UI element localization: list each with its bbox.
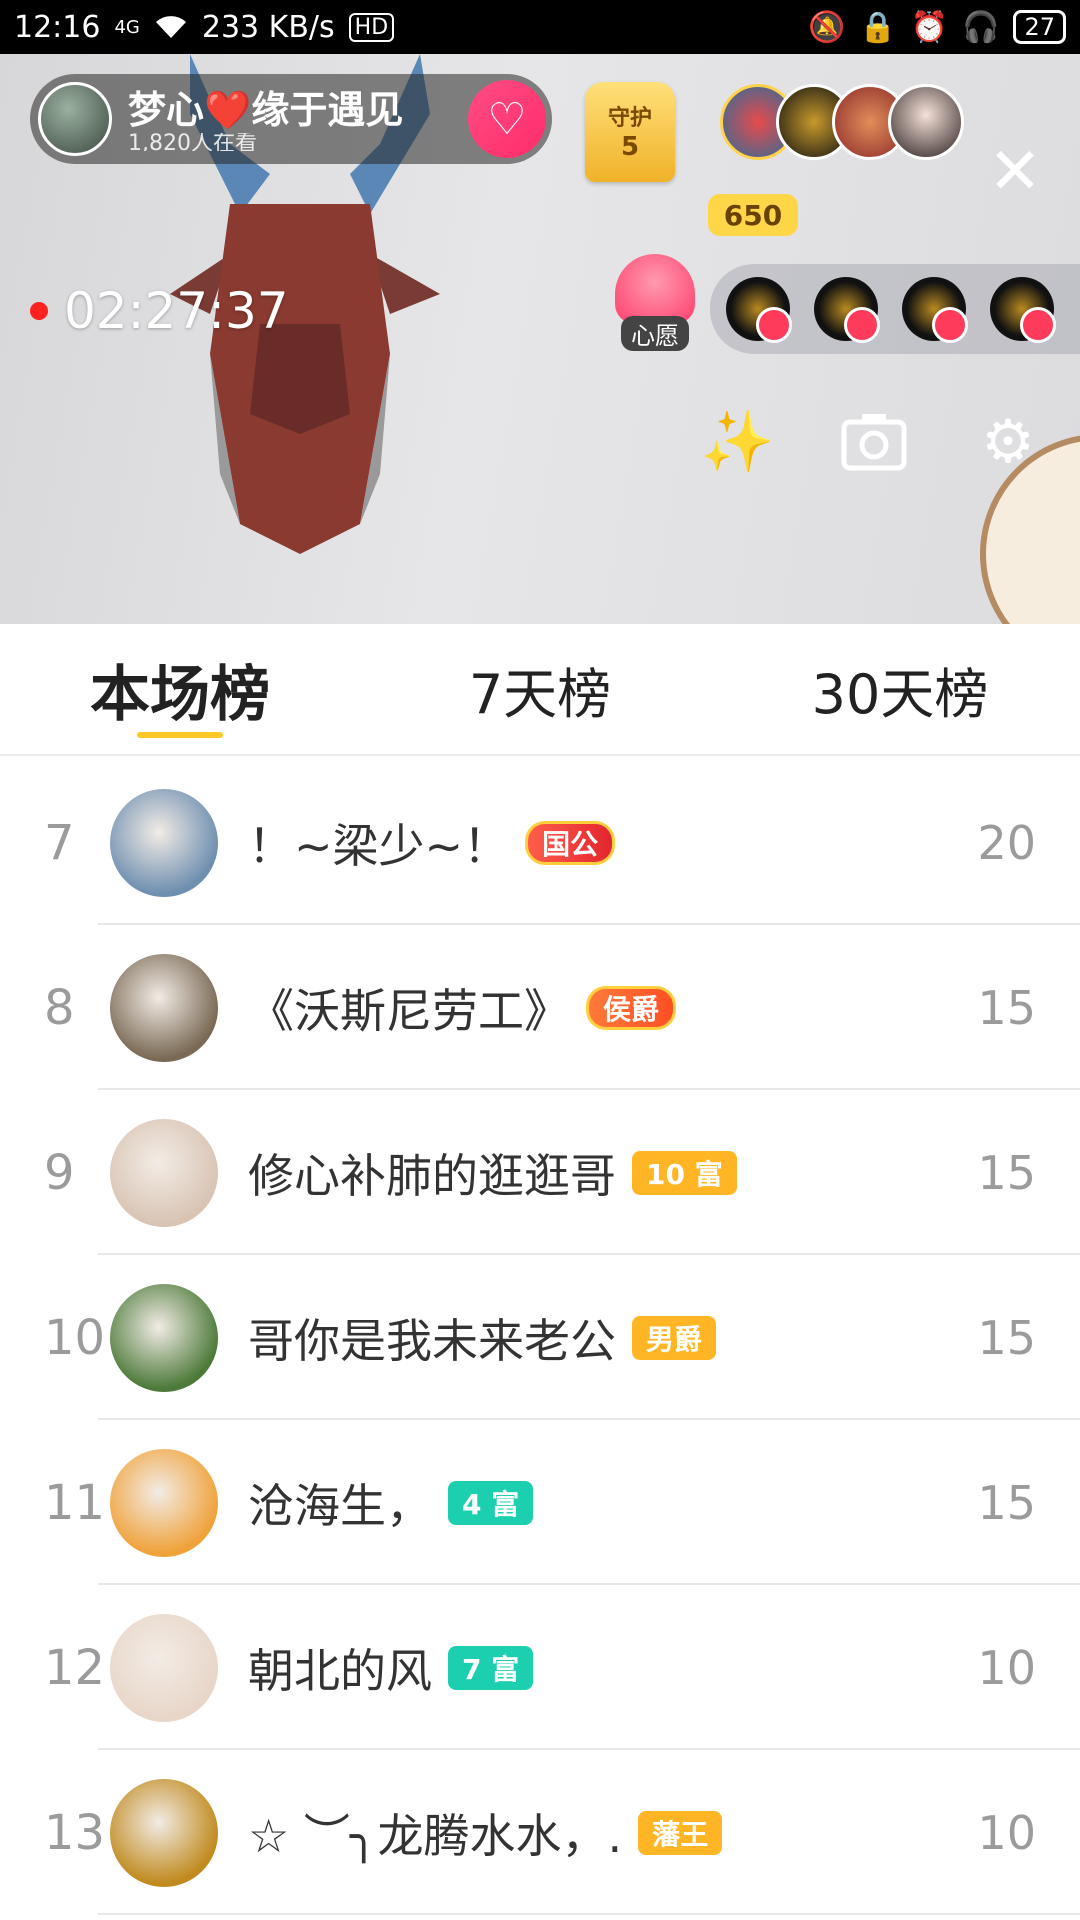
ranking-row[interactable]: 9 修心补肺的逛逛哥 10 富 15 xyxy=(0,1090,1080,1255)
user-name: ☆ ︶╮龙腾水水，. xyxy=(248,1808,623,1863)
tab-current-session[interactable]: 本场榜 xyxy=(0,624,360,754)
user-name: 沧海生， xyxy=(248,1478,432,1533)
host-info[interactable]: 梦心❤️缘于遇见 1,820人在看 ♡ xyxy=(30,74,552,164)
ranking-list: 7 ！~梁少~！ 国公 20 8 《沃斯尼劳工》 侯爵 15 9 修心补肺的逛逛哥 10 富 15 10… xyxy=(0,760,1080,1915)
user-name: 修心补肺的逛逛哥 xyxy=(248,1148,616,1203)
user-avatar[interactable] xyxy=(110,1118,218,1227)
rank-badge: 7 富 xyxy=(448,1645,534,1690)
tab-label: 本场榜 xyxy=(90,659,270,730)
wish-button[interactable]: 心愿 xyxy=(605,254,705,354)
network-speed: 233 KB/s xyxy=(201,9,335,45)
rank-number: 7 xyxy=(44,814,75,871)
live-timer: 02:27:37 xyxy=(30,282,289,340)
rank-number: 13 xyxy=(44,1804,106,1861)
contribution-score: 15 xyxy=(977,1145,1036,1200)
seat-avatar[interactable] xyxy=(814,277,880,343)
mute-bell-icon: 🔕 xyxy=(808,9,846,45)
rank-badge: 10 富 xyxy=(632,1150,737,1195)
ranking-row[interactable]: 13 ☆ ︶╮龙腾水水，. 藩王 10 xyxy=(0,1750,1080,1915)
seat-avatar[interactable] xyxy=(990,277,1056,343)
signal-icon: 4G xyxy=(114,16,140,38)
rank-number: 11 xyxy=(44,1474,106,1531)
seat-avatar[interactable] xyxy=(902,277,968,343)
contribution-score: 15 xyxy=(977,980,1036,1035)
ranking-row[interactable]: 12 朝北的风 7 富 10 xyxy=(0,1585,1080,1750)
user-name: ！~梁少~！ xyxy=(248,818,510,873)
heart-face-icon xyxy=(615,254,695,324)
close-icon: ✕ xyxy=(988,135,1042,209)
rank-number: 12 xyxy=(44,1639,106,1696)
audience-count-badge[interactable]: 650 xyxy=(708,194,798,236)
magic-wand-icon: ✨ xyxy=(700,407,775,477)
tab-30-days[interactable]: 30天榜 xyxy=(720,624,1080,754)
ranking-row[interactable]: 7 ！~梁少~！ 国公 20 xyxy=(0,760,1080,925)
follow-heart-button[interactable]: ♡ xyxy=(468,80,546,158)
status-bar: 12:16 4G 233 KB/s HD 🔕 🔒 ⏰ 🎧 27 xyxy=(0,0,1080,54)
guard-count: 5 xyxy=(620,132,640,162)
battery-indicator: 27 xyxy=(1013,10,1066,44)
ranking-row[interactable]: 11 沧海生， 4 富 15 xyxy=(0,1420,1080,1585)
contribution-score: 10 xyxy=(977,1640,1036,1695)
rank-number: 10 xyxy=(44,1309,106,1366)
contribution-score: 15 xyxy=(977,1310,1036,1365)
flip-camera-button[interactable] xyxy=(838,406,910,478)
close-button[interactable]: ✕ xyxy=(985,140,1045,204)
user-avatar[interactable] xyxy=(110,1283,218,1392)
live-dot-icon xyxy=(30,302,48,320)
status-time: 12:16 xyxy=(14,9,101,45)
seat-row xyxy=(710,264,1080,354)
heart-plus-icon: ♡ xyxy=(487,93,527,145)
rank-number: 9 xyxy=(44,1144,75,1201)
tab-label: 30天榜 xyxy=(811,662,989,726)
contribution-score: 20 xyxy=(977,815,1036,870)
user-avatar[interactable] xyxy=(110,1613,218,1722)
rank-badge: 侯爵 xyxy=(586,985,677,1030)
alarm-icon: ⏰ xyxy=(910,9,949,45)
settings-button[interactable]: ⚙ xyxy=(972,406,1044,478)
ranking-row[interactable]: 10 哥你是我未来老公 男爵 15 xyxy=(0,1255,1080,1420)
user-avatar[interactable] xyxy=(110,953,218,1062)
viewer-avatar[interactable] xyxy=(888,84,964,160)
hd-icon: HD xyxy=(348,12,395,42)
top-viewers[interactable] xyxy=(720,84,964,174)
guard-label: 守护 xyxy=(607,106,652,131)
live-video[interactable]: 梦心❤️缘于遇见 1,820人在看 ♡ 守护 5 650 ✕ 02:27:37 … xyxy=(0,54,1080,624)
host-name: 梦心❤️缘于遇见 xyxy=(128,88,404,132)
rank-badge: 藩王 xyxy=(638,1810,723,1855)
guard-badge[interactable]: 守护 5 xyxy=(585,82,675,182)
seat-avatar[interactable] xyxy=(726,277,792,343)
headphones-icon: 🎧 xyxy=(962,9,1000,45)
active-tab-indicator xyxy=(137,732,223,738)
rotation-lock-icon: 🔒 xyxy=(859,9,897,45)
magic-wand-button[interactable]: ✨ xyxy=(700,406,775,478)
ranking-row[interactable]: 8 《沃斯尼劳工》 侯爵 15 xyxy=(0,925,1080,1090)
user-name: 《沃斯尼劳工》 xyxy=(248,983,570,1038)
user-avatar[interactable] xyxy=(110,788,218,897)
wifi-icon xyxy=(154,14,188,40)
wish-label: 心愿 xyxy=(621,316,689,351)
rank-badge: 4 富 xyxy=(448,1480,534,1525)
contribution-score: 10 xyxy=(977,1805,1036,1860)
live-duration: 02:27:37 xyxy=(64,282,289,340)
user-avatar[interactable] xyxy=(110,1448,218,1557)
rank-badge: 国公 xyxy=(525,820,616,865)
gear-icon: ⚙ xyxy=(981,407,1035,477)
user-avatar[interactable] xyxy=(110,1778,218,1887)
host-avatar[interactable] xyxy=(38,82,112,156)
contribution-score: 15 xyxy=(977,1475,1036,1530)
rank-number: 8 xyxy=(44,979,75,1036)
viewer-count: 1,820人在看 xyxy=(128,133,257,151)
tab-label: 7天榜 xyxy=(468,662,612,726)
user-name: 朝北的风 xyxy=(248,1643,432,1698)
user-name: 哥你是我未来老公 xyxy=(248,1313,616,1368)
tab-7-days[interactable]: 7天榜 xyxy=(360,624,720,754)
flip-camera-icon xyxy=(841,414,907,471)
ranking-tabs: 本场榜 7天榜 30天榜 xyxy=(0,624,1080,756)
rank-badge: 男爵 xyxy=(632,1315,717,1360)
